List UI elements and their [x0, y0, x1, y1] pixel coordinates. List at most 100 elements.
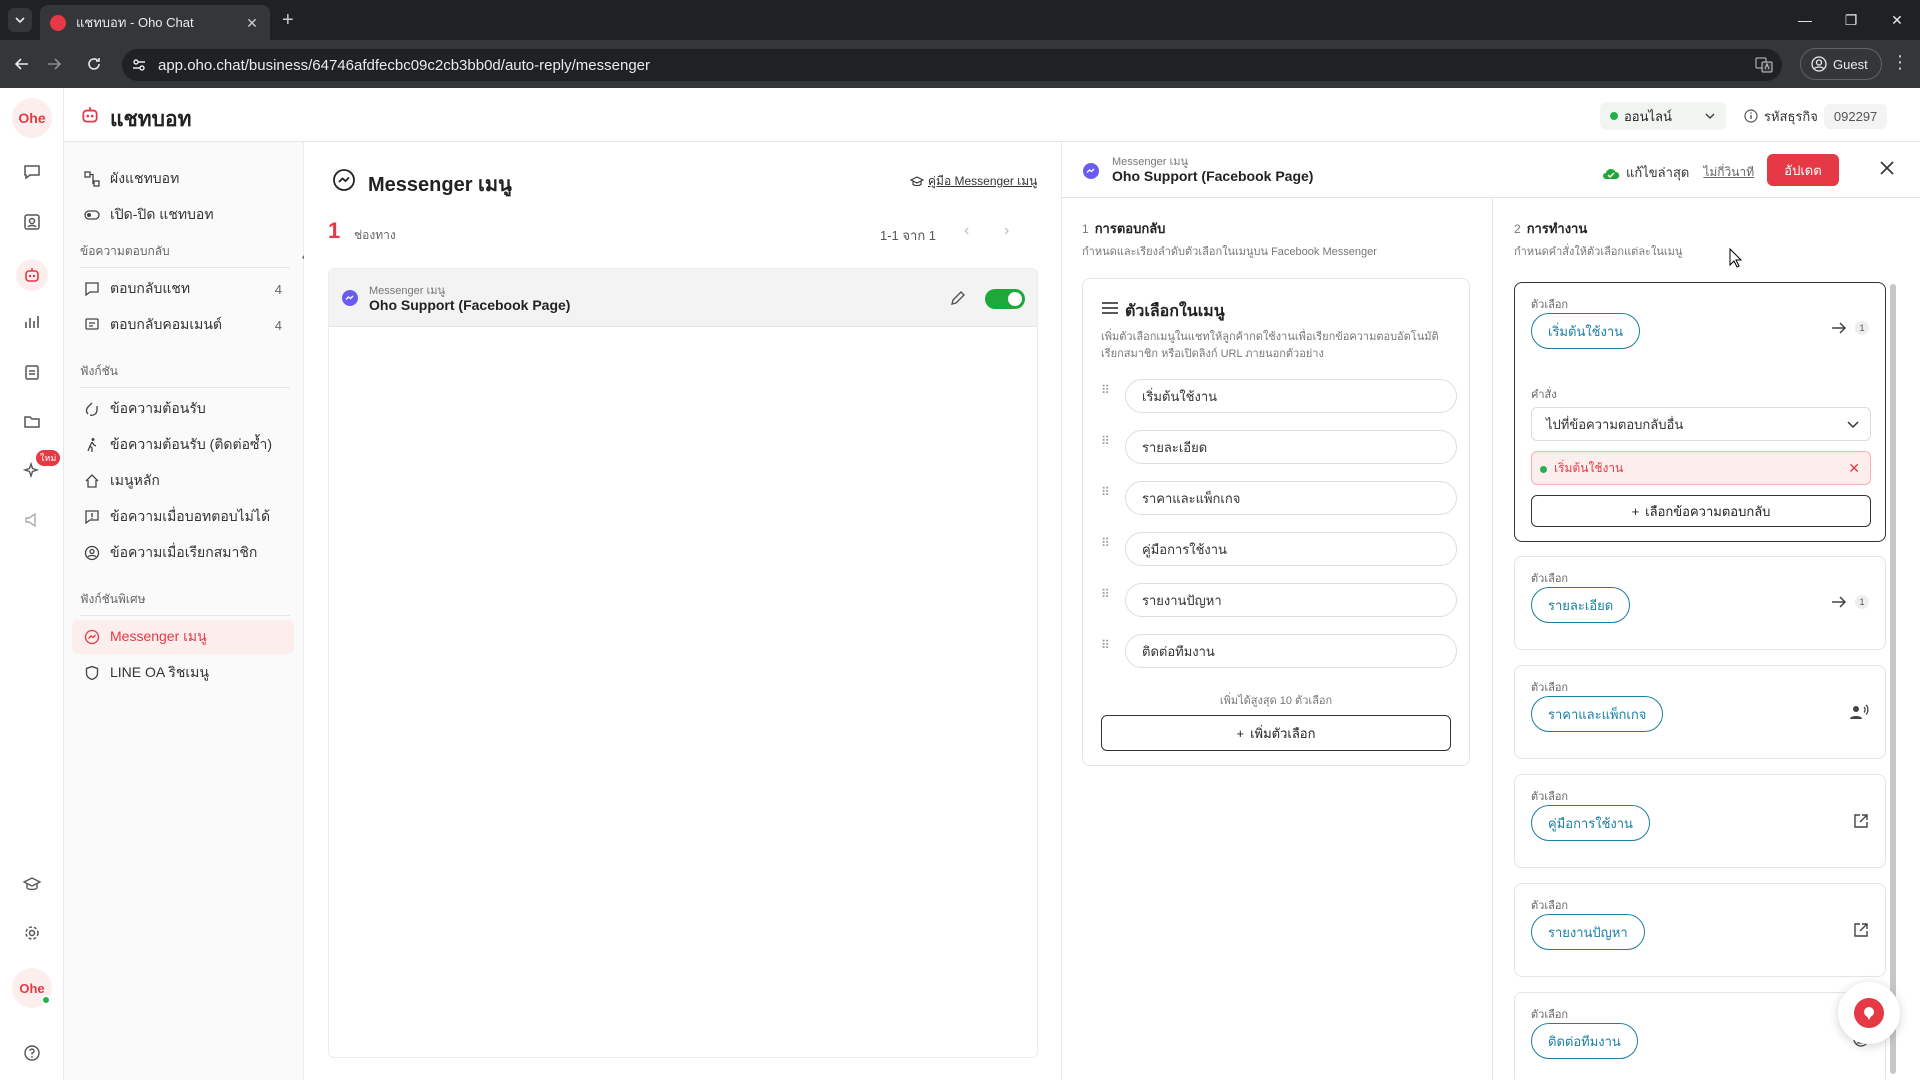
- menu-option-input[interactable]: รายละเอียด: [1125, 430, 1457, 464]
- guide-link[interactable]: คู่มือ Messenger เมนู: [910, 172, 1037, 191]
- chat-reply-icon: [85, 282, 99, 297]
- drag-handle-icon[interactable]: ⠿: [1101, 486, 1115, 507]
- sidenav-item-welcome[interactable]: ข้อความต้อนรับ: [72, 392, 294, 426]
- channel-count: 1: [328, 218, 341, 243]
- back-button[interactable]: [10, 52, 34, 76]
- update-button[interactable]: อัปเดต: [1767, 154, 1839, 186]
- menu-option-row[interactable]: ⠿ รายละเอียด: [1101, 430, 1457, 464]
- url-text: app.oho.chat/business/64746afdfecbc09c2c…: [158, 56, 651, 74]
- browser-tab-active[interactable]: แชทบอท - Oho Chat ✕: [40, 5, 270, 40]
- help-icon[interactable]: [20, 1041, 44, 1065]
- contacts-icon[interactable]: [20, 210, 44, 234]
- action-option-label: ตัวเลือก: [1531, 1009, 1569, 1021]
- next-page-icon[interactable]: ›: [1004, 222, 1009, 240]
- sidenav-item-comment-reply[interactable]: ตอบกลับคอมเมนต์ 4: [72, 308, 294, 342]
- online-status-dropdown[interactable]: ออนไลน์: [1600, 102, 1726, 130]
- oho-logo[interactable]: Ohe: [12, 98, 52, 138]
- minimize-button[interactable]: —: [1782, 0, 1828, 40]
- clipboard-icon[interactable]: [20, 360, 44, 384]
- drag-handle-icon[interactable]: ⠿: [1101, 435, 1115, 456]
- status-dot: [1610, 112, 1618, 120]
- channel-count-label: ช่องทาง: [354, 228, 396, 242]
- folder-icon[interactable]: [20, 409, 44, 433]
- address-bar[interactable]: app.oho.chat/business/64746afdfecbc09c2c…: [122, 49, 1782, 81]
- support-chat-button[interactable]: [1838, 982, 1900, 1044]
- menu-option-row[interactable]: ⠿ คู่มือการใช้งาน: [1101, 532, 1457, 566]
- saved-ago[interactable]: ไม่กี่วินาที: [1703, 163, 1754, 182]
- menu-option-input[interactable]: รายงานปัญหา: [1125, 583, 1457, 617]
- menu-option-row[interactable]: ⠿ เริ่มต้นใช้งาน: [1101, 379, 1457, 413]
- drag-handle-icon[interactable]: ⠿: [1101, 639, 1115, 660]
- action-card[interactable]: ตัวเลือก รายละเอียด 1: [1514, 556, 1886, 650]
- sidenav-item-messenger-menu[interactable]: Messenger เมนู: [72, 620, 294, 654]
- academy-icon[interactable]: [20, 872, 44, 896]
- call-member-icon: [1850, 704, 1869, 719]
- new-tab-button[interactable]: +: [282, 10, 294, 30]
- forward-button[interactable]: [42, 52, 66, 76]
- external-link-icon: [1854, 814, 1868, 828]
- close-tab-icon[interactable]: ✕: [244, 15, 260, 31]
- choose-reply-button[interactable]: + เลือกข้อความตอบกลับ: [1531, 495, 1871, 527]
- broadcast-icon[interactable]: [20, 508, 44, 532]
- remove-icon[interactable]: ✕: [1848, 460, 1860, 477]
- edit-pencil-icon[interactable]: [949, 289, 967, 307]
- toggle-icon: [84, 210, 100, 220]
- chat-icon[interactable]: [20, 160, 44, 184]
- menu-option-input[interactable]: ติดต่อทีมงาน: [1125, 634, 1457, 668]
- action-option-chip[interactable]: รายงานปัญหา: [1531, 914, 1645, 950]
- sidenav-item-welcome-repeat[interactable]: ข้อความต้อนรับ (ติดต่อซ้ำ): [72, 428, 294, 462]
- site-settings-icon[interactable]: [131, 57, 147, 73]
- settings-gear-icon[interactable]: [20, 921, 44, 945]
- channel-list-pane: Messenger เมนู คู่มือ Messenger เมนู 1 ช…: [304, 142, 1062, 1080]
- browser-menu-icon[interactable]: ⋮: [1890, 52, 1910, 73]
- menu-option-input[interactable]: คู่มือการใช้งาน: [1125, 532, 1457, 566]
- channel-row[interactable]: Messenger เมนู Oho Support (Facebook Pag…: [329, 269, 1037, 327]
- section-reply-title: 1 การตอบกลับ: [1082, 218, 1165, 239]
- action-option-chip[interactable]: ราคาและแพ็กเกจ: [1531, 696, 1664, 732]
- drag-handle-icon[interactable]: ⠿: [1101, 384, 1115, 405]
- action-option-chip[interactable]: ติดต่อทีมงาน: [1531, 1023, 1638, 1059]
- sidenav-item-line-richmenu[interactable]: LINE OA ริชเมนู: [72, 656, 294, 690]
- menu-option-input[interactable]: เริ่มต้นใช้งาน: [1125, 379, 1457, 413]
- close-window-button[interactable]: ✕: [1874, 0, 1920, 40]
- prev-page-icon[interactable]: ‹: [964, 222, 969, 240]
- profile-button[interactable]: Guest: [1800, 48, 1882, 80]
- sidenav-label: เมนูหลัก: [110, 472, 160, 488]
- action-card[interactable]: ตัวเลือก รายงานปัญหา: [1514, 883, 1886, 977]
- add-option-button[interactable]: + เพิ่มตัวเลือก: [1101, 715, 1451, 751]
- user-circle-icon: [84, 545, 100, 561]
- sidenav-item-main-menu[interactable]: เมนูหลัก: [72, 464, 294, 498]
- sidenav-item-chat-reply[interactable]: ตอบกลับแชท 4: [72, 272, 294, 306]
- analytics-icon[interactable]: [20, 310, 44, 334]
- channel-enable-toggle[interactable]: [985, 289, 1025, 309]
- translate-icon[interactable]: [1755, 56, 1773, 74]
- reload-button[interactable]: [82, 52, 106, 76]
- drag-handle-icon[interactable]: ⠿: [1101, 588, 1115, 609]
- arrow-right-icon: [1832, 596, 1847, 608]
- action-option-chip[interactable]: เริ่มต้นใช้งาน: [1531, 313, 1641, 349]
- restore-button[interactable]: ❐: [1828, 0, 1874, 40]
- oho-favicon-icon: [50, 14, 66, 31]
- menu-option-input[interactable]: ราคาและแพ็กเกจ: [1125, 481, 1457, 515]
- sidenav-item-toggle-bot[interactable]: เปิด-ปิด แชทบอท: [72, 198, 294, 232]
- action-card[interactable]: ตัวเลือก เริ่มต้นใช้งาน 1 คำสั่ง ไปที่ข้…: [1514, 282, 1886, 542]
- action-option-chip[interactable]: คู่มือการใช้งาน: [1531, 805, 1650, 841]
- action-option-chip[interactable]: รายละเอียด: [1531, 587, 1631, 623]
- sidenav-item-flow[interactable]: ผังแชทบอท: [72, 162, 294, 196]
- action-card[interactable]: ตัวเลือก ราคาและแพ็กเกจ: [1514, 665, 1886, 759]
- chatbot-icon[interactable]: [16, 259, 48, 291]
- sidenav-item-call-member[interactable]: ข้อความเมื่อเรียกสมาชิก: [72, 536, 294, 570]
- close-icon[interactable]: [1877, 158, 1897, 178]
- menu-option-row[interactable]: ⠿ ติดต่อทีมงาน: [1101, 634, 1457, 668]
- action-card[interactable]: ตัวเลือก คู่มือการใช้งาน: [1514, 774, 1886, 868]
- tab-search-button[interactable]: [8, 8, 32, 32]
- menu-option-row[interactable]: ⠿ รายงานปัญหา: [1101, 583, 1457, 617]
- command-select[interactable]: ไปที่ข้อความตอบกลับอื่น: [1531, 407, 1871, 441]
- drag-handle-icon[interactable]: ⠿: [1101, 537, 1115, 558]
- business-code-value[interactable]: 092297: [1823, 103, 1888, 129]
- action-card[interactable]: ตัวเลือก ติดต่อทีมงาน: [1514, 992, 1886, 1080]
- external-link-icon: [1854, 923, 1868, 937]
- menu-option-row[interactable]: ⠿ ราคาและแพ็กเกจ: [1101, 481, 1457, 515]
- action-list-scrollbar[interactable]: [1890, 284, 1896, 1074]
- sidenav-item-fallback[interactable]: ข้อความเมื่อบอทตอบไม่ได้: [72, 500, 294, 534]
